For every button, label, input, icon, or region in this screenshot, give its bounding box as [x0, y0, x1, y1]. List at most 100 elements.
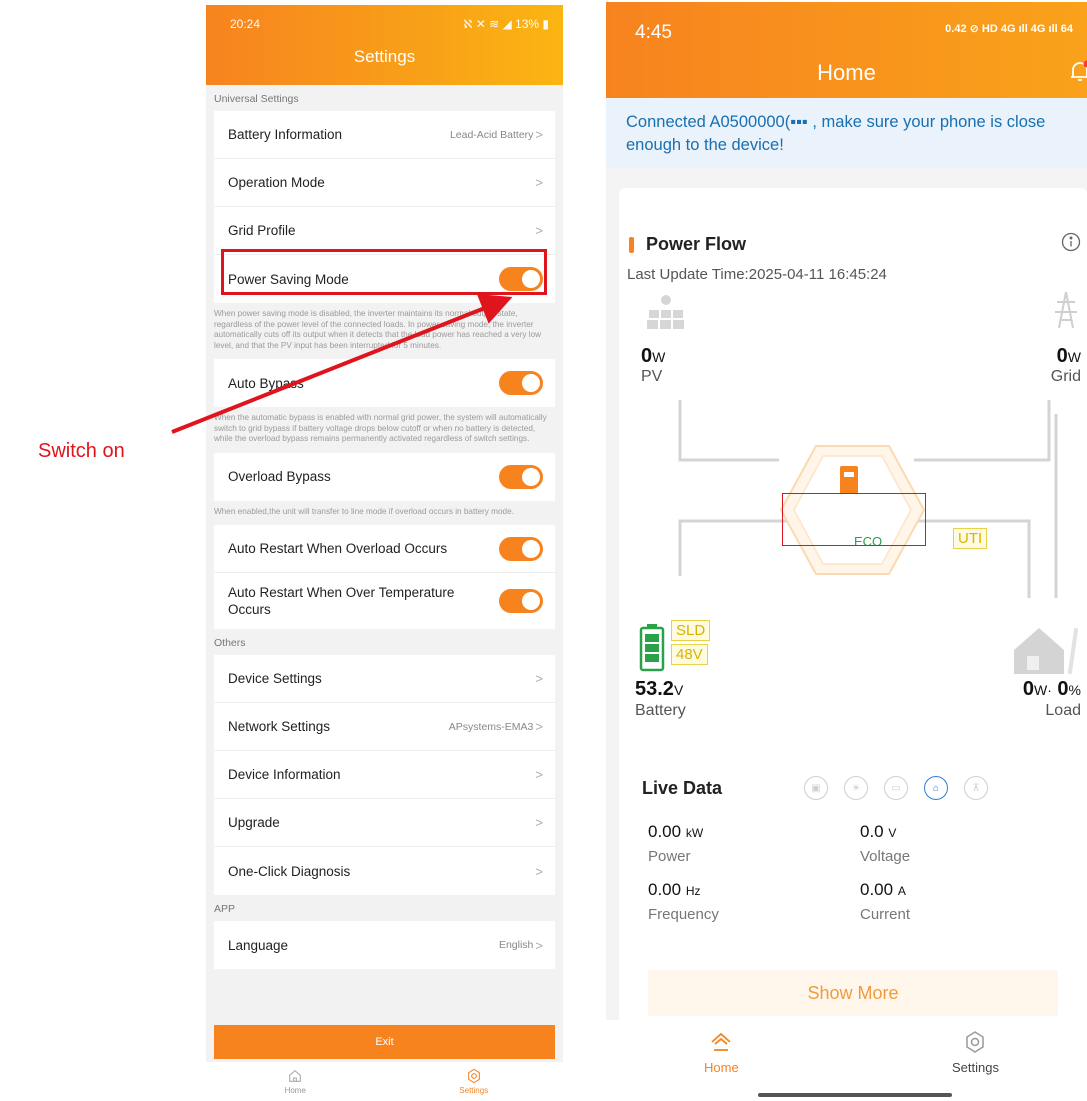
home-header: 4:45 0.42 ⊘ HD 4G ıll 4G ıll 64 Home: [606, 2, 1087, 98]
load-tab-icon[interactable]: ⌂: [924, 776, 948, 800]
app-group: Language English >: [214, 921, 555, 969]
network-name-value: APsystems-EMA3: [448, 720, 534, 733]
auto-restart-temperature-label: Auto Restart When Over Temperature Occur…: [228, 585, 455, 617]
upgrade-row[interactable]: Upgrade >: [214, 799, 555, 847]
inverter-tab-icon[interactable]: ▣: [804, 776, 828, 800]
auto-bypass-description: When the automatic bypass is enabled wit…: [214, 413, 547, 443]
tab-settings-label: Settings: [459, 1086, 489, 1095]
operation-mode-row[interactable]: Operation Mode >: [214, 159, 555, 207]
status-icons: ℵ ✕ ≋ ◢ 13% ▮: [463, 17, 549, 31]
load-label: Load: [1045, 702, 1081, 719]
show-more-button[interactable]: Show More: [648, 970, 1058, 1016]
page-title: Home: [817, 60, 876, 85]
battery-label: Battery: [635, 702, 686, 719]
auto-restart-temperature-row: Auto Restart When Over Temperature Occur…: [214, 573, 555, 629]
language-row[interactable]: Language English >: [214, 921, 555, 969]
bottom-tab-bar: Home Settings: [606, 1020, 1087, 1101]
tab-settings[interactable]: Settings: [952, 1030, 999, 1075]
frequency-reading: 0.00 Hz Frequency: [648, 880, 719, 923]
overload-bypass-row: Overload Bypass: [214, 453, 555, 501]
solar-panel-icon: [647, 295, 684, 329]
48v-badge: 48V: [671, 644, 708, 665]
home-icon: [711, 1032, 731, 1051]
chevron-right-icon: >: [535, 175, 543, 190]
section-universal-settings: Universal Settings: [214, 93, 299, 105]
power-saving-description: When power saving mode is disabled, the …: [214, 309, 542, 350]
battery-voltage-value: 53.2V: [635, 678, 684, 700]
operation-mode-label: Operation Mode: [228, 175, 325, 190]
chevron-right-icon: >: [535, 937, 543, 953]
network-settings-row[interactable]: Network Settings APsystems-EMA3 >: [214, 703, 555, 751]
language-value: English: [498, 939, 534, 951]
home-indicator: [758, 1093, 952, 1097]
battery-tab-icon[interactable]: ▭: [884, 776, 908, 800]
device-information-label: Device Information: [228, 767, 341, 782]
load-value: 0W· 0%: [1022, 678, 1081, 700]
auto-bypass-label: Auto Bypass: [228, 375, 304, 391]
chevron-right-icon: >: [535, 671, 543, 686]
tab-home-label: Home: [704, 1060, 739, 1075]
annotation-switch-on: Switch on: [38, 440, 125, 462]
power-saving-highlight-box: [221, 249, 547, 295]
auto-restart-temperature-toggle[interactable]: [499, 589, 543, 613]
status-time: 20:24: [230, 17, 261, 31]
tab-settings-label: Settings: [952, 1060, 999, 1075]
home-icon: [289, 1069, 302, 1082]
power-reading: 0.00 kW Power: [648, 822, 704, 865]
tab-home-label: Home: [284, 1086, 306, 1095]
device-settings-row[interactable]: Device Settings >: [214, 655, 555, 703]
tab-home[interactable]: Home: [704, 1030, 739, 1075]
settings-gear-icon: [467, 1068, 480, 1084]
battery-information-row[interactable]: Battery Information Lead-Acid Battery >: [214, 111, 555, 159]
live-data-tabs: ▣ ☀ ▭ ⌂ ⊼: [804, 776, 988, 800]
status-time: 4:45: [635, 22, 672, 43]
chevron-right-icon: >: [535, 719, 543, 734]
grid-label: Grid: [1050, 368, 1081, 385]
device-settings-label: Device Settings: [228, 671, 322, 686]
overload-bypass-toggle[interactable]: [499, 464, 543, 489]
network-settings-label: Network Settings: [228, 719, 331, 734]
current-reading: 0.00 A Current: [860, 880, 911, 923]
exit-button[interactable]: Exit: [214, 1025, 555, 1059]
home-screen: 4:45 0.42 ⊘ HD 4G ıll 4G ıll 64 Home Con…: [606, 2, 1087, 1101]
section-others: Others: [214, 637, 246, 649]
battery-icon: [639, 624, 665, 672]
voltage-reading: 0.0 V Voltage: [860, 822, 911, 865]
grid-tab-icon[interactable]: ⊼: [964, 776, 988, 800]
chevron-right-icon: >: [535, 863, 543, 879]
status-icons: 0.42 ⊘ HD 4G ıll 4G ıll 64: [945, 23, 1073, 35]
auto-restart-overload-row: Auto Restart When Overload Occurs: [214, 525, 555, 573]
chevron-right-icon: >: [535, 127, 543, 142]
eco-highlight-box: [782, 493, 926, 546]
auto-restart-group: Auto Restart When Overload Occurs Auto R…: [214, 525, 555, 629]
house-load-icon: [1014, 627, 1079, 675]
battery-information-label: Battery Information: [228, 127, 343, 142]
device-information-row[interactable]: Device Information >: [214, 751, 555, 799]
auto-restart-overload-toggle[interactable]: [499, 536, 543, 561]
one-click-diagnosis-row[interactable]: One-Click Diagnosis >: [214, 847, 555, 895]
auto-bypass-toggle[interactable]: [499, 371, 543, 395]
grid-profile-row[interactable]: Grid Profile >: [214, 207, 555, 255]
page-title: Settings: [353, 47, 416, 66]
tab-settings[interactable]: Settings: [385, 1062, 564, 1101]
chevron-right-icon: >: [535, 767, 543, 782]
overload-bypass-description: When enabled,the unit will transfer to l…: [214, 506, 514, 516]
bell-icon[interactable]: [1067, 58, 1087, 84]
auto-bypass-group: Auto Bypass: [214, 359, 555, 407]
upgrade-label: Upgrade: [228, 815, 280, 830]
grid-tower-icon: [1055, 291, 1077, 329]
settings-header: 20:24 ℵ ✕ ≋ ◢ 13% ▮ Settings: [206, 5, 563, 85]
connection-notice: Connected A0500000(▪▪▪ , make sure your …: [606, 98, 1087, 168]
grid-power-value: 0W: [1056, 345, 1081, 367]
others-group: Device Settings > Network Settings APsys…: [214, 655, 555, 895]
uti-badge: UTI: [953, 528, 988, 549]
auto-bypass-row: Auto Bypass: [214, 359, 555, 407]
tab-home[interactable]: Home: [206, 1062, 385, 1101]
pv-tab-icon[interactable]: ☀: [844, 776, 868, 800]
overload-bypass-group: Overload Bypass: [214, 452, 555, 501]
pv-label: PV: [641, 368, 663, 385]
sld-badge: SLD: [671, 620, 711, 641]
battery-type-value: Lead-Acid Battery: [449, 128, 534, 141]
settings-screen: 20:24 ℵ ✕ ≋ ◢ 13% ▮ Settings Universal S…: [206, 5, 563, 1101]
grid-profile-label: Grid Profile: [228, 223, 296, 238]
